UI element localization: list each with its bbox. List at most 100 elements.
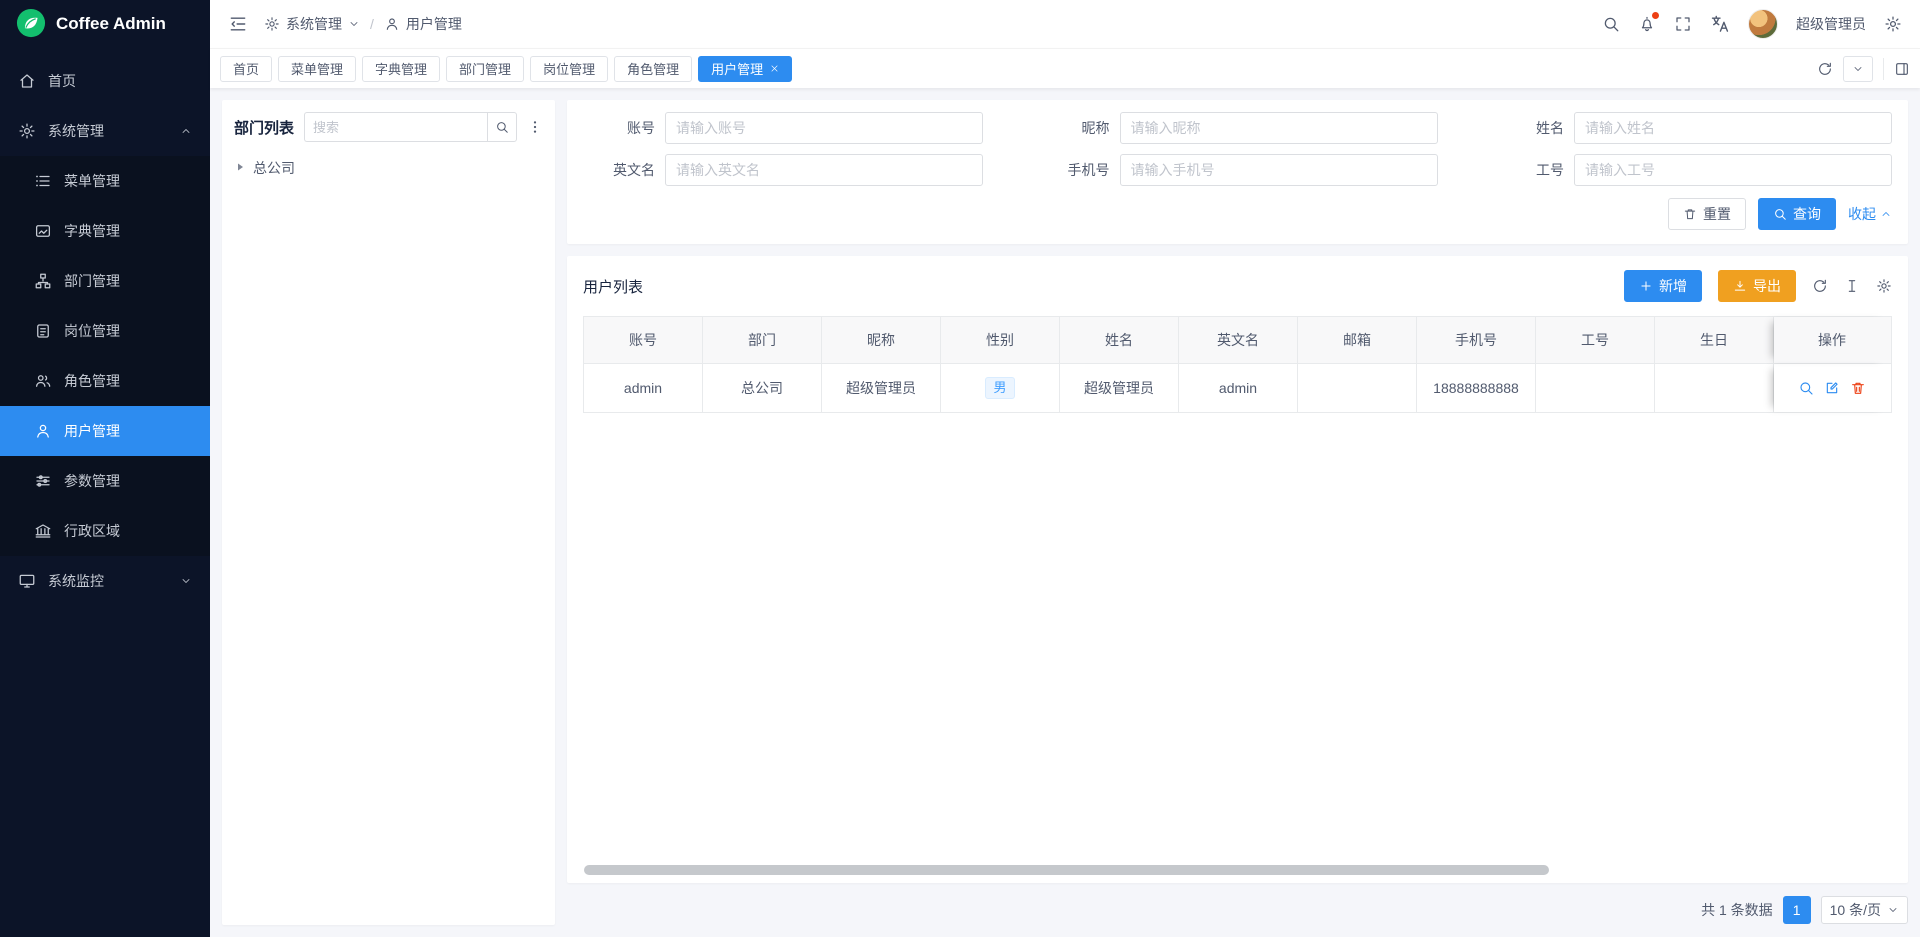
sidebar-item-system-mgmt[interactable]: 系统管理 xyxy=(0,106,210,156)
sidebar-submenu: 菜单管理 字典管理 部门管理 岗位管理 角色管理 xyxy=(0,156,210,556)
search-icon[interactable] xyxy=(487,112,517,142)
department-search-input[interactable] xyxy=(304,112,487,142)
edit-button[interactable] xyxy=(1824,380,1840,396)
pagination-total: 共 1 条数据 xyxy=(1701,900,1773,920)
column-header: 账号 xyxy=(584,317,703,363)
nickname-input[interactable] xyxy=(1120,112,1438,144)
tab-label: 角色管理 xyxy=(627,59,679,78)
filter-field-nickname: 昵称 xyxy=(1038,112,1438,144)
table-row[interactable]: admin 总公司 超级管理员 男 超级管理员 admin 1888888888… xyxy=(584,363,1891,412)
tab-post-mgmt[interactable]: 岗位管理 xyxy=(530,56,608,82)
translate-icon[interactable] xyxy=(1710,14,1730,34)
search-icon[interactable] xyxy=(1602,15,1620,33)
department-panel-header: 部门列表 xyxy=(234,112,543,142)
tab-dict-mgmt[interactable]: 字典管理 xyxy=(362,56,440,82)
text-height-icon[interactable] xyxy=(1844,278,1860,294)
sidebar-item-role-mgmt[interactable]: 角色管理 xyxy=(0,356,210,406)
sidebar-item-post-mgmt[interactable]: 岗位管理 xyxy=(0,306,210,356)
field-label: 工号 xyxy=(1492,160,1564,180)
sidebar-item-param-mgmt[interactable]: 参数管理 xyxy=(0,456,210,506)
breadcrumb-user-mgmt[interactable]: 用户管理 xyxy=(384,14,462,34)
chevron-down-icon xyxy=(1887,904,1899,916)
user-list-panel: 用户列表 新增 导出 xyxy=(567,256,1908,883)
person-icon xyxy=(384,16,400,32)
trash-icon xyxy=(1683,207,1697,221)
sidebar-item-system-monitor[interactable]: 系统监控 xyxy=(0,556,210,606)
main-area: 系统管理 / 用户管理 超级管理员 xyxy=(210,0,1920,937)
sidebar-item-label: 用户管理 xyxy=(64,421,120,441)
export-button[interactable]: 导出 xyxy=(1718,270,1796,302)
avatar[interactable] xyxy=(1748,9,1778,39)
sidebar-collapse-icon[interactable] xyxy=(228,14,248,34)
users-icon xyxy=(34,372,52,390)
bell-icon[interactable] xyxy=(1638,15,1656,33)
chevron-up-icon xyxy=(180,125,192,137)
tab-close-icon[interactable] xyxy=(770,64,779,73)
name-input[interactable] xyxy=(1574,112,1892,144)
sidebar-item-label: 首页 xyxy=(48,71,76,91)
filter-field-account: 账号 xyxy=(583,112,983,144)
horizontal-scrollbar[interactable] xyxy=(584,865,1549,875)
brand-name: Coffee Admin xyxy=(56,14,166,34)
account-input[interactable] xyxy=(665,112,983,144)
sidebar-item-home[interactable]: 首页 xyxy=(0,56,210,106)
collapse-filter-link[interactable]: 收起 xyxy=(1848,204,1892,224)
tab-home[interactable]: 首页 xyxy=(220,56,272,82)
column-header: 邮箱 xyxy=(1298,317,1417,363)
reset-button-label: 重置 xyxy=(1703,204,1731,224)
phone-input[interactable] xyxy=(1120,154,1438,186)
tab-bar-tools xyxy=(1817,56,1910,82)
sidebar-item-label: 参数管理 xyxy=(64,471,120,491)
job-no-input[interactable] xyxy=(1574,154,1892,186)
delete-button[interactable] xyxy=(1850,380,1866,396)
column-header: 生日 xyxy=(1655,317,1774,363)
filter-field-job-no: 工号 xyxy=(1492,154,1892,186)
search-icon xyxy=(1773,207,1787,221)
plus-icon xyxy=(1639,279,1653,293)
fullscreen-icon[interactable] xyxy=(1674,15,1692,33)
breadcrumb-label: 用户管理 xyxy=(406,14,462,34)
sidebar-item-user-mgmt[interactable]: 用户管理 xyxy=(0,406,210,456)
more-vertical-icon[interactable] xyxy=(527,119,543,135)
reset-button[interactable]: 重置 xyxy=(1668,198,1746,230)
tab-user-mgmt[interactable]: 用户管理 xyxy=(698,56,792,82)
tree-node-head-office[interactable]: 总公司 xyxy=(234,158,543,178)
caret-right-icon[interactable] xyxy=(234,160,246,176)
english-name-input[interactable] xyxy=(665,154,983,186)
divider xyxy=(1883,58,1884,80)
tab-label: 部门管理 xyxy=(459,59,511,78)
chevron-up-icon xyxy=(1880,208,1892,220)
gear-icon[interactable] xyxy=(1876,278,1892,294)
tab-dept-mgmt[interactable]: 部门管理 xyxy=(446,56,524,82)
breadcrumb-system-mgmt[interactable]: 系统管理 xyxy=(264,14,360,34)
list-icon xyxy=(34,172,52,190)
search-button[interactable]: 查询 xyxy=(1758,198,1836,230)
username: 超级管理员 xyxy=(1796,14,1866,34)
column-header: 英文名 xyxy=(1179,317,1298,363)
refresh-icon[interactable] xyxy=(1817,61,1833,77)
layout-icon[interactable] xyxy=(1894,61,1910,77)
download-icon xyxy=(1733,279,1747,293)
gear-icon[interactable] xyxy=(1884,15,1902,33)
cell-nickname: 超级管理员 xyxy=(822,364,941,412)
sidebar-item-menu-mgmt[interactable]: 菜单管理 xyxy=(0,156,210,206)
chevron-down-icon[interactable] xyxy=(1843,56,1873,82)
tab-role-mgmt[interactable]: 角色管理 xyxy=(614,56,692,82)
column-header: 姓名 xyxy=(1060,317,1179,363)
sidebar-item-dict-mgmt[interactable]: 字典管理 xyxy=(0,206,210,256)
filter-grid: 账号 昵称 姓名 英文名 xyxy=(583,112,1892,186)
tab-label: 用户管理 xyxy=(711,59,763,78)
user-list-tools: 新增 导出 xyxy=(1624,270,1892,302)
cell-actions xyxy=(1774,364,1890,412)
cell-email xyxy=(1298,364,1417,412)
sidebar-item-dept-mgmt[interactable]: 部门管理 xyxy=(0,256,210,306)
view-button[interactable] xyxy=(1798,380,1814,396)
sidebar-item-admin-region[interactable]: 行政区域 xyxy=(0,506,210,556)
filter-field-english-name: 英文名 xyxy=(583,154,983,186)
page-size-select[interactable]: 10 条/页 xyxy=(1821,896,1908,924)
tab-menu-mgmt[interactable]: 菜单管理 xyxy=(278,56,356,82)
department-panel-title: 部门列表 xyxy=(234,117,294,138)
add-user-button[interactable]: 新增 xyxy=(1624,270,1702,302)
page-number-button[interactable]: 1 xyxy=(1783,896,1811,924)
refresh-icon[interactable] xyxy=(1812,278,1828,294)
